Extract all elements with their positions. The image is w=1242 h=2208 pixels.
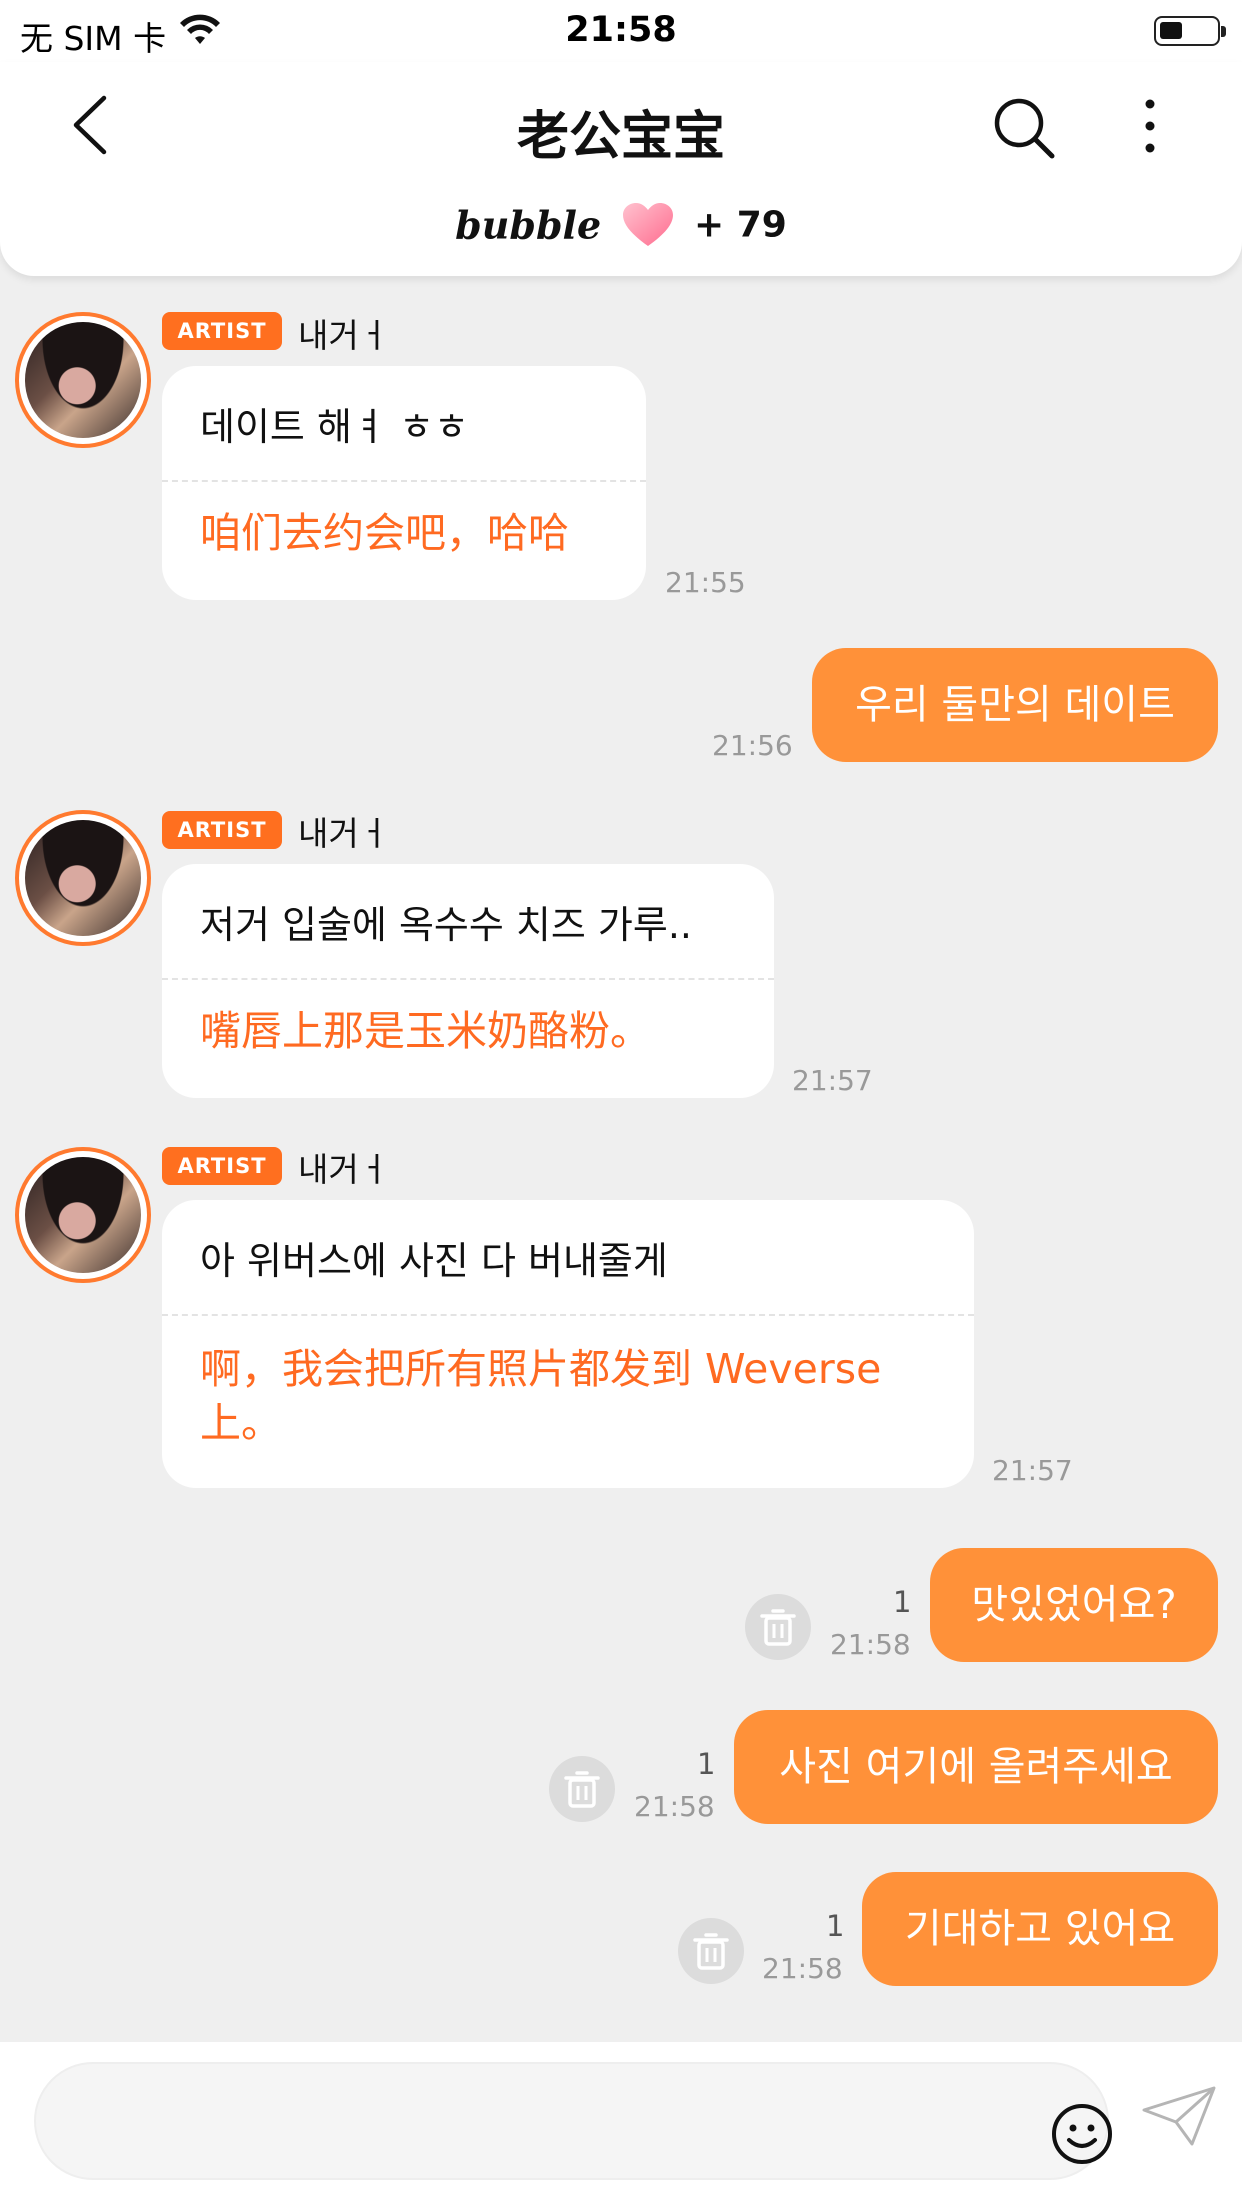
delete-message-button[interactable] xyxy=(549,1756,615,1822)
user-message-bubble[interactable]: 기대하고 있어요 xyxy=(862,1872,1218,1986)
artist-message-bubble[interactable]: 아 위버스에 사진 다 버내줄게 啊，我会把所有照片都发到 Weverse 上。 xyxy=(162,1200,974,1488)
message-timestamp: 21:57 xyxy=(792,1064,873,1097)
artist-badge: ARTIST xyxy=(162,811,282,849)
message-korean-text: 저거 입술에 옥수수 치즈 가루.. xyxy=(200,903,692,947)
divider xyxy=(162,1314,974,1316)
message-timestamp: 21:57 xyxy=(992,1454,1073,1487)
user-message-bubble[interactable]: 우리 둘만의 데이트 xyxy=(812,648,1218,762)
message-input[interactable] xyxy=(34,2062,1112,2180)
user-message-bubble[interactable]: 맛있었어요? xyxy=(930,1548,1218,1662)
delete-message-button[interactable] xyxy=(678,1918,744,1984)
bubble-brand: bubble xyxy=(455,202,602,248)
artist-avatar[interactable] xyxy=(15,312,151,448)
artist-badge: ARTIST xyxy=(162,1147,282,1185)
more-options-icon[interactable] xyxy=(1130,96,1170,156)
message-input-bar xyxy=(0,2042,1242,2208)
chat-header: 老公宝宝 bubble + 79 xyxy=(0,62,1242,276)
trash-icon xyxy=(564,1771,600,1808)
message-korean-text: 데이트 해ㅕ ㅎㅎ xyxy=(200,405,469,449)
unread-count: 1 xyxy=(826,1909,845,1943)
artist-avatar[interactable] xyxy=(15,810,151,946)
message-timestamp: 21:58 xyxy=(634,1790,715,1823)
trash-icon xyxy=(693,1933,729,1970)
message-timestamp: 21:55 xyxy=(665,566,746,599)
send-icon[interactable] xyxy=(1140,2082,1220,2152)
artist-badge: ARTIST xyxy=(162,312,282,350)
heart-icon xyxy=(622,203,673,246)
message-timestamp: 21:58 xyxy=(830,1628,911,1661)
message-translation-text: 嘴唇上那是玉米奶酪粉。 xyxy=(200,1007,651,1055)
artist-avatar[interactable] xyxy=(15,1147,151,1283)
divider xyxy=(162,978,774,980)
user-message-bubble[interactable]: 사진 여기에 올려주세요 xyxy=(734,1710,1218,1824)
clock: 21:58 xyxy=(565,10,677,50)
trash-icon xyxy=(760,1609,796,1646)
subscription-count: + 79 xyxy=(694,204,787,246)
battery-icon xyxy=(1154,16,1226,46)
message-timestamp: 21:56 xyxy=(712,729,793,762)
search-icon[interactable] xyxy=(990,94,1058,162)
delete-message-button[interactable] xyxy=(745,1594,811,1660)
artist-name: 내거ㅓ xyxy=(298,316,390,355)
artist-name: 내거ㅓ xyxy=(298,1150,390,1189)
unread-count: 1 xyxy=(697,1747,716,1781)
divider xyxy=(162,480,646,482)
message-translation-text: 啊，我会把所有照片都发到 Weverse 上。 xyxy=(200,1345,882,1447)
message-timestamp: 21:58 xyxy=(762,1952,843,1985)
artist-name: 내거ㅓ xyxy=(298,814,390,853)
message-korean-text: 아 위버스에 사진 다 버내줄게 xyxy=(200,1239,668,1283)
status-bar: 无 SIM 卡 21:58 xyxy=(0,0,1242,62)
artist-message-bubble[interactable]: 저거 입술에 옥수수 치즈 가루.. 嘴唇上那是玉米奶酪粉。 xyxy=(162,864,774,1098)
emoji-icon[interactable] xyxy=(1048,2100,1116,2168)
unread-count: 1 xyxy=(893,1585,912,1619)
bubble-subscription-bar[interactable]: bubble + 79 xyxy=(0,202,1242,248)
message-translation-text: 咱们去约会吧，哈哈 xyxy=(200,509,569,557)
artist-message-bubble[interactable]: 데이트 해ㅕ ㅎㅎ 咱们去约会吧，哈哈 xyxy=(162,366,646,600)
